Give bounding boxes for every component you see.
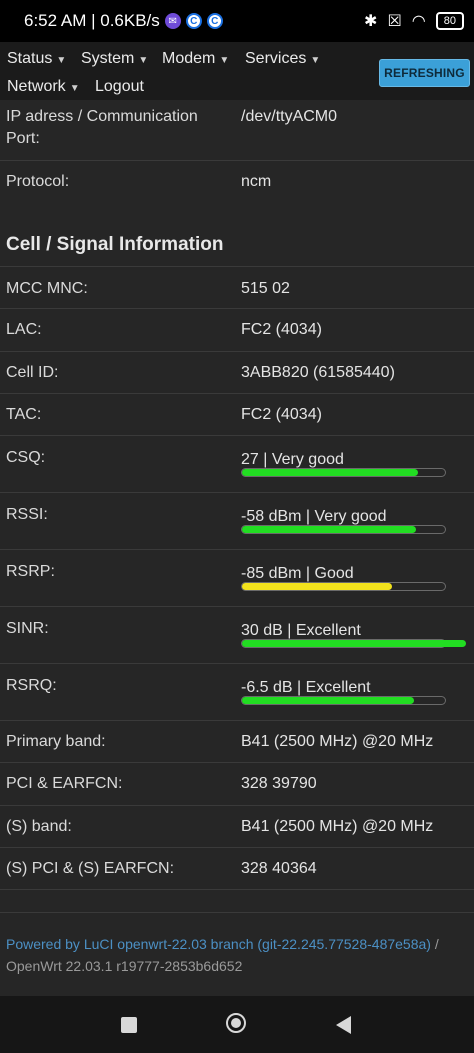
tac-value: FC2 (4034) [241, 406, 322, 423]
primary-band-value: B41 (2500 MHz) @20 MHz [241, 733, 434, 750]
nav-network-label: Network [7, 78, 66, 95]
signal-bar [241, 696, 446, 705]
messenger-icon: ✉ [164, 13, 181, 29]
signal-label: CSQ: [6, 449, 46, 466]
nav-logout[interactable]: Logout [95, 78, 144, 96]
pci-row: PCI & EARFCN: 328 39790 [0, 763, 474, 806]
android-nav-bar [0, 996, 474, 1053]
chevron-down-icon: ▼ [310, 55, 321, 66]
signal-bar [241, 468, 446, 477]
chevron-down-icon: ▼ [219, 55, 230, 66]
nav-system[interactable]: System ▼ [81, 50, 148, 68]
secondary-pci-row: (S) PCI & (S) EARFCN: 328 40364 [0, 848, 474, 890]
signal-bar [241, 525, 446, 534]
protocol-row: Protocol: ncm [0, 161, 474, 204]
secondary-band-row: (S) band: B41 (2500 MHz) @20 MHz [0, 806, 474, 848]
footer-separator: / [430, 936, 439, 952]
home-dot [231, 1018, 241, 1028]
cellid-value: 3ABB820 (61585440) [241, 364, 395, 381]
cellid-label: Cell ID: [6, 364, 59, 381]
no-sim-icon: ☒ [387, 13, 402, 30]
nav-services-label: Services [245, 50, 307, 67]
footer-divider [0, 912, 474, 913]
mcc-label: MCC MNC: [6, 280, 88, 297]
nav-logout-label: Logout [95, 78, 144, 95]
signal-bar [241, 639, 466, 648]
primary-band-row: Primary band: B41 (2500 MHz) @20 MHz [0, 721, 474, 763]
wifi-icon: ◠ [411, 13, 426, 30]
chevron-down-icon: ▼ [69, 83, 80, 94]
nav-services[interactable]: Services ▼ [245, 50, 320, 68]
signal-row-csq: CSQ: 27 | Very good [0, 436, 474, 493]
system-status-bar: 6:52 AM | 0.6KB/s ✉ C C ✱ ☒ ◠ 80 [0, 0, 474, 42]
pci-value: 328 39790 [241, 775, 317, 792]
signal-bar-fill [242, 526, 416, 533]
pci-label: PCI & EARFCN: [6, 775, 123, 792]
bluetooth-icon: ✱ [364, 13, 378, 30]
signal-bar [241, 582, 446, 591]
secondary-band-value: B41 (2500 MHz) @20 MHz [241, 818, 434, 835]
mcc-row: MCC MNC: 515 02 [0, 266, 474, 309]
back-triangle-icon[interactable] [336, 1016, 351, 1034]
battery-icon: 80 [435, 12, 464, 30]
app-notification-icon-2: C [206, 13, 223, 29]
signal-row-rsrp: RSRP: -85 dBm | Good [0, 550, 474, 607]
chevron-down-icon: ▼ [56, 55, 67, 66]
luci-link[interactable]: Powered by LuCI openwrt-22.03 branch (gi… [6, 936, 431, 952]
signal-row-rsrq: RSRQ: -6.5 dB | Excellent [0, 664, 474, 721]
app-notification-icon: C [185, 13, 202, 29]
signal-label: RSRQ: [6, 677, 57, 694]
section-title: Cell / Signal Information [6, 234, 224, 255]
chevron-down-icon: ▼ [138, 55, 149, 66]
tac-row: TAC: FC2 (4034) [0, 394, 474, 436]
refreshing-button[interactable]: REFRESHING [379, 59, 470, 87]
nav-status-label: Status [7, 50, 53, 67]
port-row: IP adress / Communication Port: /dev/tty… [0, 100, 474, 161]
signal-row-sinr: SINR: 30 dB | Excellent [0, 607, 474, 664]
signal-label: RSSI: [6, 506, 48, 523]
footer: Powered by LuCI openwrt-22.03 branch (gi… [6, 933, 466, 977]
signal-bar-fill [242, 583, 392, 590]
protocol-value: ncm [241, 173, 272, 190]
recents-square-icon[interactable] [121, 1017, 137, 1033]
cellid-row: Cell ID: 3ABB820 (61585440) [0, 352, 474, 394]
port-value: /dev/ttyACM0 [241, 108, 338, 125]
lac-label: LAC: [6, 321, 42, 338]
lac-row: LAC: FC2 (4034) [0, 309, 474, 352]
home-circle-icon[interactable] [226, 1013, 246, 1033]
nav-system-label: System [81, 50, 135, 67]
signal-bar-fill [242, 697, 414, 704]
nav-modem[interactable]: Modem ▼ [162, 50, 229, 68]
primary-band-label: Primary band: [6, 733, 106, 750]
protocol-label: Protocol: [6, 173, 70, 190]
nav-status[interactable]: Status ▼ [7, 50, 66, 68]
signal-row-rssi: RSSI: -58 dBm | Very good [0, 493, 474, 550]
lac-value: FC2 (4034) [241, 321, 322, 338]
mcc-value: 515 02 [241, 280, 290, 297]
signal-label: RSRP: [6, 563, 55, 580]
openwrt-version: OpenWrt 22.03.1 r19777-2853b6d652 [6, 958, 243, 974]
clock-and-speed: 6:52 AM | 0.6KB/s [24, 11, 160, 30]
secondary-pci-label: (S) PCI & (S) EARFCN: [6, 860, 175, 877]
nav-modem-label: Modem [162, 50, 216, 67]
secondary-band-label: (S) band: [6, 818, 72, 835]
signal-label: SINR: [6, 620, 49, 637]
signal-bar-fill [242, 640, 466, 647]
secondary-pci-value: 328 40364 [241, 860, 317, 877]
tac-label: TAC: [6, 406, 42, 423]
signal-bar-fill [242, 469, 418, 476]
port-label: IP adress / Communication Port: [6, 108, 198, 147]
nav-network[interactable]: Network ▼ [7, 78, 80, 96]
